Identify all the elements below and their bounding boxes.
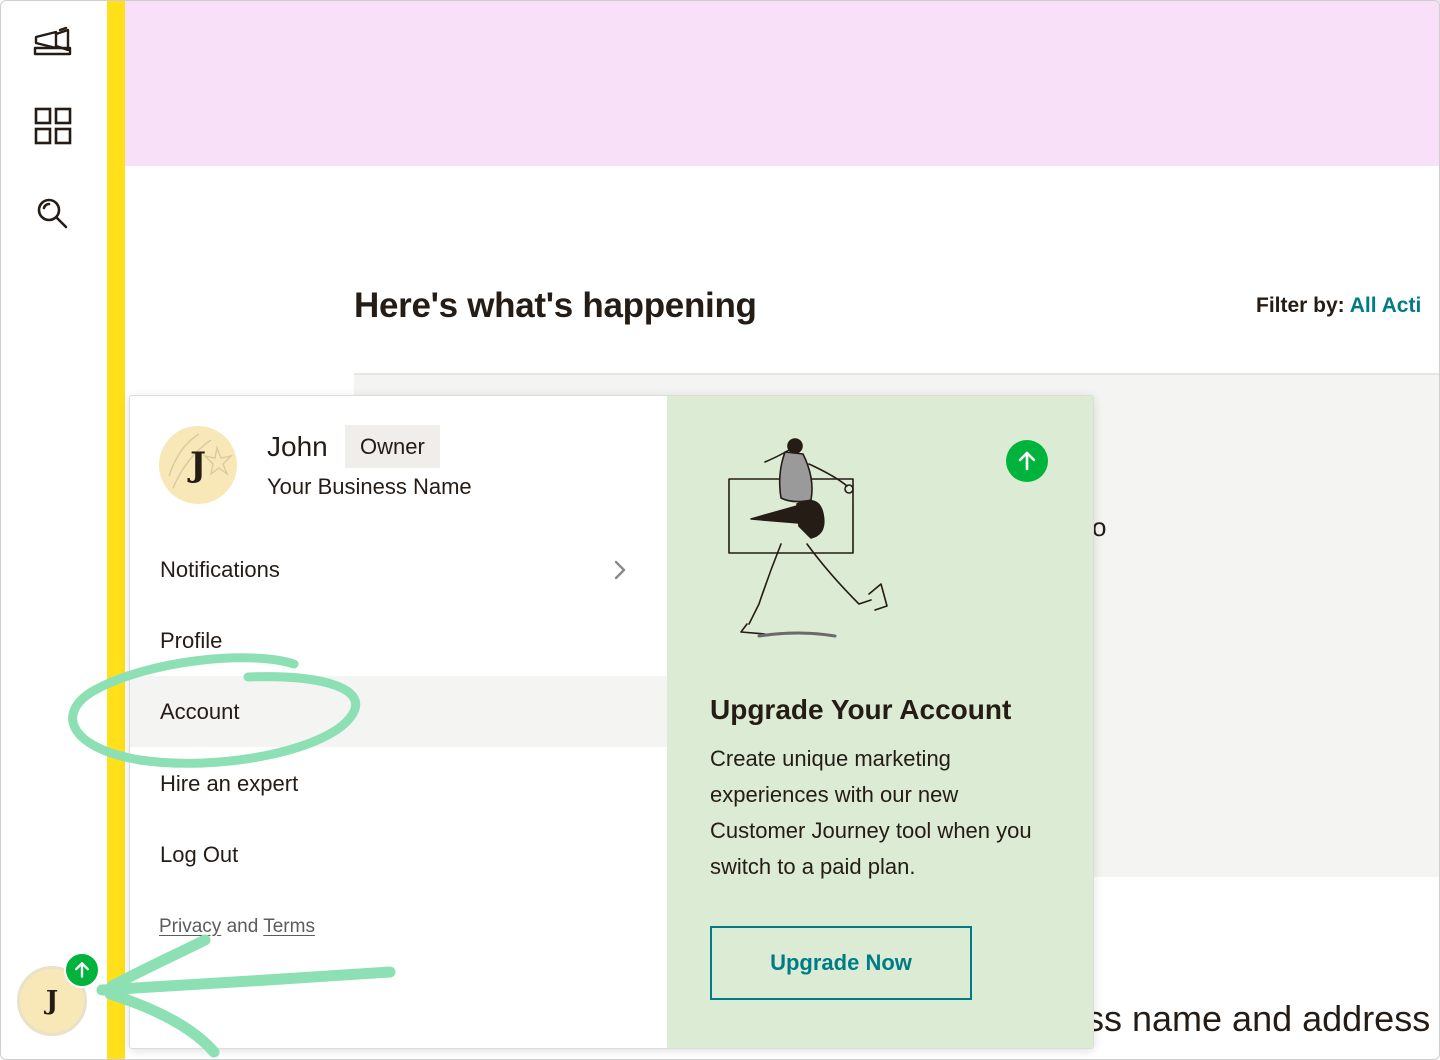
promo-banner (125, 0, 1440, 166)
menu-item-account[interactable]: Account (130, 676, 667, 747)
upgrade-title: Upgrade Your Account (710, 694, 1012, 725)
upgrade-panel: Upgrade Your Account Create unique marke… (667, 396, 1093, 1048)
avatar: J (159, 426, 237, 504)
menu-item-profile[interactable]: Profile (130, 605, 667, 676)
account-menu: J John Owner Your Business Name Notifica… (130, 396, 667, 1048)
page-title: Here's what's happening (354, 286, 757, 325)
terms-link[interactable]: Terms (263, 916, 315, 937)
privacy-link[interactable]: Privacy (159, 916, 221, 937)
upgrade-illustration (728, 438, 888, 638)
business-name: Your Business Name (267, 474, 472, 499)
search-icon[interactable] (31, 192, 75, 236)
obscured-text: o (1092, 512, 1107, 542)
accent-stripe (107, 0, 125, 1060)
user-name: John (267, 431, 328, 462)
menu-item-label: Log Out (160, 841, 239, 867)
upgrade-now-button[interactable]: Upgrade Now (710, 926, 972, 1000)
menu-item-hire-expert[interactable]: Hire an expert (130, 748, 667, 819)
campaign-icon[interactable] (31, 20, 75, 64)
obscured-text: ss name and address (1086, 998, 1431, 1039)
grid-icon[interactable] (31, 104, 75, 148)
menu-item-label: Account (160, 698, 240, 724)
upgrade-badge-icon (64, 952, 100, 988)
legal-links: Privacy and Terms (159, 916, 315, 938)
role-badge: Owner (345, 425, 440, 468)
account-dropdown: J John Owner Your Business Name Notifica… (129, 395, 1094, 1049)
activity-filter[interactable]: Filter by: All Acti (1256, 294, 1421, 318)
menu-item-label: Profile (160, 627, 223, 653)
chevron-right-icon (614, 560, 626, 580)
legal-separator: and (226, 916, 259, 937)
left-nav-rail (0, 0, 107, 1060)
menu-item-logout[interactable]: Log Out (130, 819, 667, 890)
filter-label: Filter by: (1256, 294, 1345, 317)
upgrade-arrow-icon (1006, 440, 1048, 482)
menu-item-notifications[interactable]: Notifications (130, 534, 667, 605)
menu-item-label: Hire an expert (160, 770, 299, 796)
filter-value[interactable]: All Acti (1350, 294, 1422, 317)
menu-item-label: Notifications (160, 556, 280, 582)
upgrade-description: Create unique marketing experiences with… (710, 746, 1032, 879)
